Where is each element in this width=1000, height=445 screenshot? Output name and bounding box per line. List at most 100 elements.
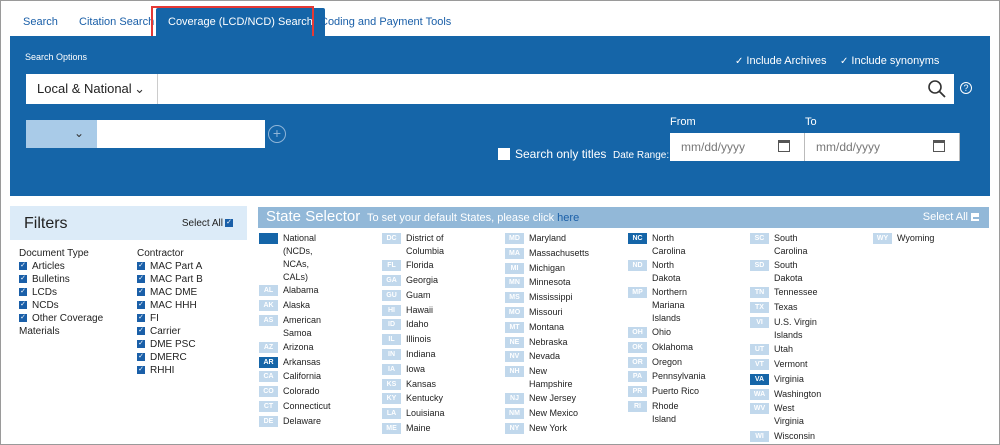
- state-abbr-badge[interactable]: FL: [382, 260, 401, 272]
- check-icon[interactable]: ✓: [137, 340, 145, 349]
- state-abbr-badge[interactable]: CA: [259, 371, 278, 383]
- state-abbr-badge[interactable]: OR: [628, 356, 647, 368]
- filter-ncds[interactable]: ✓ NCDs: [19, 299, 103, 312]
- state-abbr-badge[interactable]: WI: [750, 430, 769, 442]
- state-abbr-badge[interactable]: MT: [505, 321, 524, 333]
- state-abbr-badge[interactable]: KY: [382, 393, 401, 405]
- tab-citation-search[interactable]: Citation Search: [79, 8, 154, 36]
- state-abbr-badge[interactable]: MD: [505, 233, 524, 244]
- check-icon[interactable]: ✓: [137, 353, 145, 362]
- field-value-input[interactable]: [97, 120, 265, 148]
- state-abbr-badge[interactable]: MS: [505, 292, 524, 304]
- filter-dme-psc[interactable]: ✓ DME PSC: [137, 338, 203, 351]
- include-archives-option[interactable]: ✓ Include Archives: [735, 55, 827, 67]
- state-abbr-badge[interactable]: NM: [505, 408, 524, 420]
- state-abbr-badge[interactable]: NJ: [505, 393, 524, 405]
- state-abbr-badge[interactable]: WV: [750, 403, 769, 415]
- state-abbr-badge[interactable]: ND: [628, 260, 647, 272]
- state-abbr-badge[interactable]: VI: [750, 317, 769, 328]
- check-icon[interactable]: ✓: [137, 262, 145, 271]
- check-icon[interactable]: ✓: [19, 301, 27, 310]
- state-abbr-badge[interactable]: PR: [628, 386, 647, 398]
- state-abbr-badge[interactable]: DE: [259, 415, 278, 427]
- filter-rhhi[interactable]: ✓ RHHI: [137, 364, 203, 377]
- state-abbr-badge[interactable]: [259, 233, 278, 244]
- filter-mac-part-b[interactable]: ✓ MAC Part B: [137, 273, 203, 286]
- state-abbr-badge[interactable]: IA: [382, 363, 401, 375]
- search-icon[interactable]: [927, 79, 947, 99]
- tab-coverage-search[interactable]: Coverage (LCD/NCD) Search: [156, 8, 325, 36]
- state-abbr-badge[interactable]: AZ: [259, 341, 278, 353]
- state-abbr-badge[interactable]: RI: [628, 401, 647, 412]
- state-abbr-badge[interactable]: LA: [382, 408, 401, 420]
- state-abbr-badge[interactable]: DC: [382, 233, 401, 244]
- search-input[interactable]: [158, 74, 954, 104]
- search-only-titles-checkbox[interactable]: [498, 148, 510, 160]
- check-icon[interactable]: ✓: [19, 288, 27, 297]
- state-abbr-badge[interactable]: AR: [259, 356, 278, 368]
- calendar-icon[interactable]: [933, 140, 945, 152]
- filter-lcds[interactable]: ✓ LCDs: [19, 286, 103, 299]
- state-abbr-badge[interactable]: PA: [628, 371, 647, 383]
- from-date-input[interactable]: mm/dd/yyyy: [670, 133, 805, 161]
- state-abbr-badge[interactable]: IN: [382, 349, 401, 360]
- state-abbr-badge[interactable]: HI: [382, 304, 401, 316]
- state-abbr-badge[interactable]: AS: [259, 314, 278, 326]
- state-abbr-badge[interactable]: ME: [382, 423, 401, 434]
- filter-fi[interactable]: ✓ FI: [137, 312, 203, 325]
- state-abbr-badge[interactable]: OK: [628, 341, 647, 353]
- state-abbr-badge[interactable]: MI: [505, 262, 524, 274]
- state-abbr-badge[interactable]: MO: [505, 307, 524, 318]
- state-abbr-badge[interactable]: AL: [259, 285, 278, 296]
- check-icon[interactable]: ✓: [137, 314, 145, 323]
- filters-select-all[interactable]: Select All ✓: [182, 218, 233, 229]
- filter-dmerc[interactable]: ✓ DMERC: [137, 351, 203, 364]
- filter-bulletins[interactable]: ✓ Bulletins: [19, 273, 103, 286]
- check-icon[interactable]: ✓: [19, 314, 27, 323]
- state-abbr-badge[interactable]: WY: [873, 233, 892, 244]
- include-synonyms-option[interactable]: ✓ Include synonyms: [840, 55, 939, 67]
- state-abbr-badge[interactable]: GU: [382, 289, 401, 301]
- state-abbr-badge[interactable]: SD: [750, 260, 769, 272]
- check-icon[interactable]: ✓: [137, 275, 145, 284]
- filter-mac-hhh[interactable]: ✓ MAC HHH: [137, 299, 203, 312]
- add-criteria-icon[interactable]: +: [268, 125, 286, 143]
- state-abbr-badge[interactable]: NV: [505, 351, 524, 363]
- state-abbr-badge[interactable]: NY: [505, 423, 524, 434]
- state-abbr-badge[interactable]: VA: [750, 373, 769, 385]
- set-default-states-link[interactable]: here: [557, 212, 579, 224]
- state-select-all[interactable]: Select All: [923, 211, 979, 223]
- state-abbr-badge[interactable]: OH: [628, 327, 647, 338]
- state-abbr-badge[interactable]: NH: [505, 366, 524, 378]
- state-abbr-badge[interactable]: NC: [628, 233, 647, 244]
- check-icon[interactable]: ✓: [225, 219, 233, 228]
- state-abbr-badge[interactable]: CT: [259, 401, 278, 412]
- state-abbr-badge[interactable]: AK: [259, 299, 278, 311]
- filter-carrier[interactable]: ✓ Carrier: [137, 325, 203, 338]
- state-abbr-badge[interactable]: ID: [382, 319, 401, 331]
- check-icon[interactable]: ✓: [19, 275, 27, 284]
- state-abbr-badge[interactable]: GA: [382, 275, 401, 286]
- filter-other-coverage[interactable]: ✓ Other Coverage: [19, 312, 103, 325]
- tab-search[interactable]: Search: [23, 8, 58, 36]
- state-abbr-badge[interactable]: TX: [750, 302, 769, 314]
- field-selector-dropdown[interactable]: ⌄: [26, 120, 97, 148]
- minus-icon[interactable]: [971, 213, 979, 222]
- state-abbr-badge[interactable]: MN: [505, 277, 524, 289]
- check-icon[interactable]: ✓: [137, 366, 145, 375]
- search-scope-dropdown[interactable]: Local & National ⌄: [26, 74, 158, 104]
- state-abbr-badge[interactable]: MA: [505, 247, 524, 259]
- check-icon[interactable]: ✓: [19, 262, 27, 271]
- check-icon[interactable]: ✓: [137, 301, 145, 310]
- filter-articles[interactable]: ✓ Articles: [19, 260, 103, 273]
- state-abbr-badge[interactable]: VT: [750, 359, 769, 370]
- check-icon[interactable]: ✓: [137, 327, 145, 336]
- state-abbr-badge[interactable]: IL: [382, 334, 401, 346]
- filter-mac-dme[interactable]: ✓ MAC DME: [137, 286, 203, 299]
- state-abbr-badge[interactable]: SC: [750, 233, 769, 244]
- state-abbr-badge[interactable]: WA: [750, 388, 769, 400]
- state-abbr-badge[interactable]: UT: [750, 344, 769, 356]
- help-icon[interactable]: ?: [960, 82, 972, 94]
- to-date-input[interactable]: mm/dd/yyyy: [805, 133, 960, 161]
- state-abbr-badge[interactable]: TN: [750, 287, 769, 299]
